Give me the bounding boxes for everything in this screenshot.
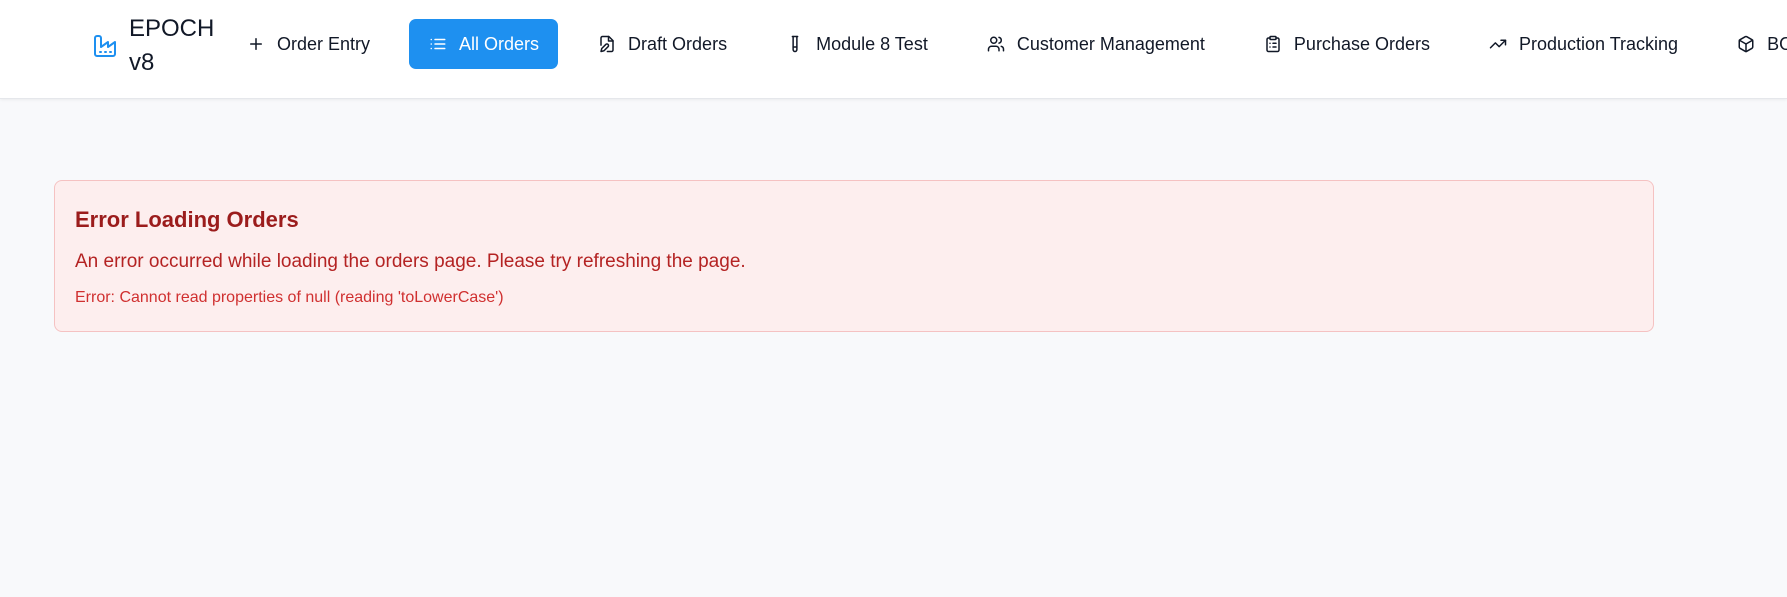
- users-icon: [986, 34, 1006, 54]
- nav-item-order-entry[interactable]: Order Entry: [227, 19, 389, 69]
- factory-icon: [92, 33, 118, 59]
- nav-item-module-8-test[interactable]: Module 8 Test: [766, 19, 947, 69]
- brand[interactable]: EPOCH v8: [92, 12, 215, 80]
- app-title: EPOCH v8: [129, 15, 215, 76]
- error-detail: Error: Cannot read properties of null (r…: [75, 289, 504, 306]
- nav-item-label: All Orders: [459, 33, 540, 54]
- nav-item-label: Module 8 Test: [816, 33, 928, 54]
- clipboard-icon: [1263, 34, 1283, 54]
- nav-item-production-tracking[interactable]: Production Tracking: [1469, 19, 1697, 69]
- plus-icon: [246, 34, 266, 54]
- nav-item-label: Customer Management: [1016, 33, 1205, 54]
- error-alert: Error Loading Orders An error occurred w…: [54, 180, 1654, 332]
- nav-item-label: Production Tracking: [1518, 33, 1679, 54]
- nav-item-customer-management[interactable]: Customer Management: [967, 19, 1224, 69]
- nav-item-all-orders[interactable]: All Orders: [409, 19, 559, 69]
- package-icon: [1736, 34, 1756, 54]
- nav-item-label: Order Entry: [277, 33, 371, 54]
- top-navigation-bar: EPOCH v8 Order Entry All Orders Draft Or…: [0, 0, 1787, 99]
- nav-item-label: Purchase Orders: [1293, 33, 1430, 54]
- nav-item-purchase-orders[interactable]: Purchase Orders: [1244, 19, 1449, 69]
- main-nav: Order Entry All Orders Draft Orders Modu…: [227, 19, 1787, 69]
- nav-item-label: Draft Orders: [628, 33, 728, 54]
- error-message: An error occurred while loading the orde…: [75, 251, 746, 272]
- trending-up-icon: [1488, 34, 1508, 54]
- nav-item-draft-orders[interactable]: Draft Orders: [578, 19, 746, 69]
- list-icon: [428, 34, 448, 54]
- edit-document-icon: [597, 34, 617, 54]
- nav-item-bom[interactable]: BOM: [1717, 19, 1787, 69]
- test-tube-icon: [785, 34, 805, 54]
- nav-item-label: BOM: [1767, 33, 1787, 54]
- error-title: Error Loading Orders: [75, 207, 299, 232]
